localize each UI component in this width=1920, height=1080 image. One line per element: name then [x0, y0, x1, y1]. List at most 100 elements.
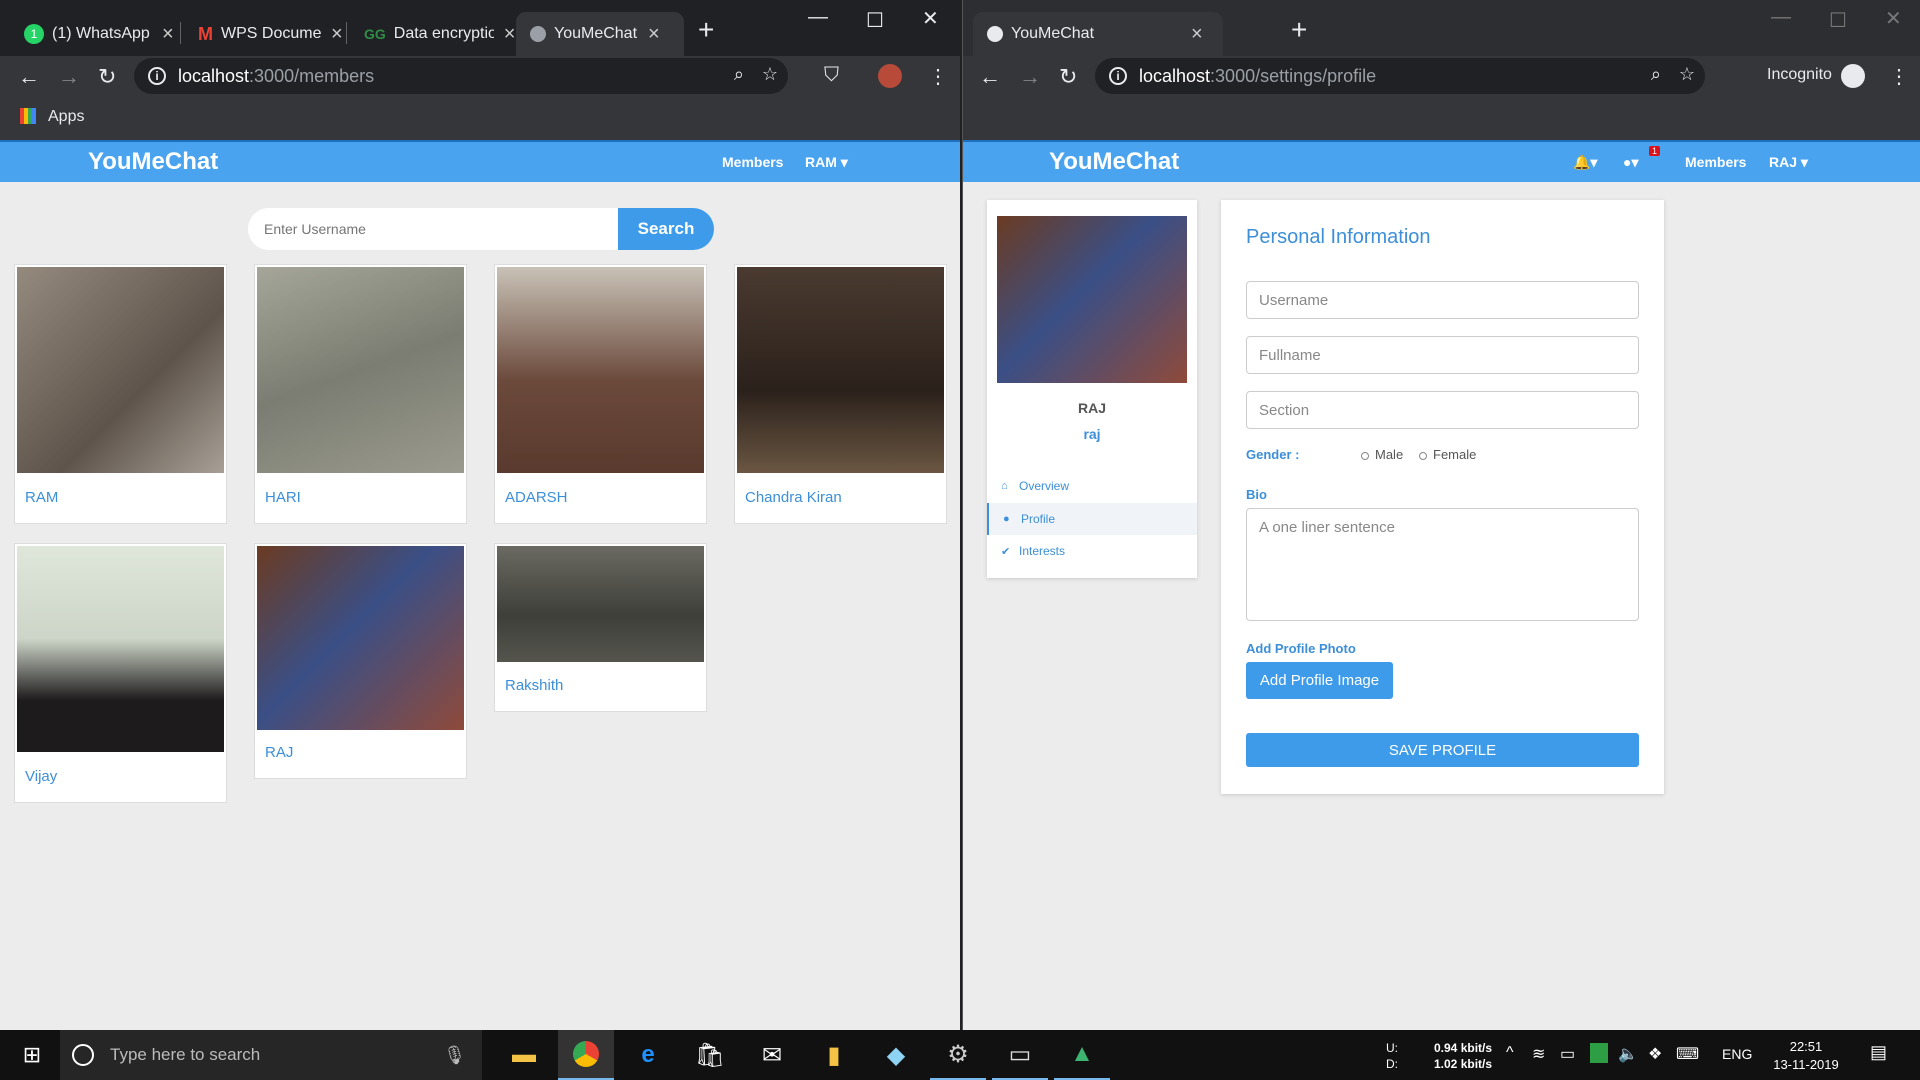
- member-name[interactable]: RAM: [25, 489, 58, 506]
- menu-icon[interactable]: ⋮: [1889, 64, 1909, 89]
- new-tab-icon[interactable]: +: [1291, 14, 1307, 46]
- url-host: localhost: [178, 65, 250, 86]
- member-name[interactable]: Vijay: [25, 768, 57, 785]
- maximize-icon[interactable]: ☐: [866, 8, 884, 33]
- chevron-up-icon[interactable]: ^: [1506, 1044, 1514, 1062]
- store-icon[interactable]: 🛍: [682, 1030, 738, 1080]
- incognito-icon[interactable]: [1841, 64, 1865, 88]
- bio-textarea[interactable]: A one liner sentence: [1246, 508, 1639, 621]
- menu-overview[interactable]: ⌂ Overview: [987, 470, 1197, 502]
- back-icon[interactable]: ←: [18, 64, 40, 90]
- shield-icon[interactable]: ⛉: [824, 64, 839, 87]
- battery-icon[interactable]: ▭: [1560, 1044, 1575, 1064]
- taskbar-search[interactable]: Type here to search 🎙: [60, 1030, 482, 1080]
- menu-interests[interactable]: ✔ Interests: [987, 535, 1197, 567]
- terminal-icon[interactable]: ▭: [992, 1030, 1048, 1080]
- member-card[interactable]: Chandra Kiran: [734, 264, 947, 524]
- action-center-icon[interactable]: ▤: [1870, 1042, 1887, 1063]
- save-profile-button[interactable]: SAVE PROFILE: [1246, 733, 1639, 767]
- add-profile-image-button[interactable]: Add Profile Image: [1246, 662, 1393, 699]
- member-card[interactable]: ADARSH: [494, 264, 707, 524]
- rocket-icon[interactable]: ▲: [1054, 1030, 1110, 1080]
- member-card[interactable]: Vijay: [14, 543, 227, 803]
- tab-separator: [346, 22, 347, 44]
- app-tray-icon[interactable]: [1590, 1043, 1608, 1063]
- tab-whatsapp[interactable]: 1 (1) WhatsApp ×: [10, 12, 188, 56]
- file-icon[interactable]: ▮: [806, 1030, 862, 1080]
- avatar[interactable]: [878, 64, 902, 88]
- search-input[interactable]: [248, 208, 618, 250]
- zoom-icon[interactable]: ⌕: [734, 64, 744, 85]
- forward-icon[interactable]: →: [1019, 64, 1041, 90]
- brand-logo[interactable]: YouMeChat: [88, 148, 218, 176]
- address-bar[interactable]: i localhost:3000/members ⌕ ☆: [134, 58, 788, 94]
- tab-wps[interactable]: M WPS Documents ×: [184, 12, 357, 56]
- file-explorer-icon[interactable]: ▬: [496, 1030, 552, 1080]
- edge-icon[interactable]: e: [620, 1030, 676, 1080]
- search-button[interactable]: Search: [618, 208, 714, 250]
- member-name[interactable]: Chandra Kiran: [745, 489, 842, 506]
- nav-members[interactable]: Members: [722, 154, 783, 170]
- member-card[interactable]: HARI: [254, 264, 467, 524]
- zoom-icon[interactable]: ⌕: [1651, 64, 1661, 85]
- username-field[interactable]: Username: [1246, 281, 1639, 319]
- dropbox-icon[interactable]: ❖: [1648, 1044, 1662, 1064]
- forward-icon[interactable]: →: [58, 64, 80, 90]
- member-name[interactable]: Rakshith: [505, 677, 563, 694]
- volume-icon[interactable]: 🔈: [1618, 1044, 1638, 1064]
- messages-icon[interactable]: ●▾: [1623, 154, 1638, 171]
- member-card[interactable]: RAM: [14, 264, 227, 524]
- chrome-icon[interactable]: [558, 1030, 614, 1080]
- clock[interactable]: 22:51 13-11-2019: [1768, 1038, 1844, 1074]
- radio-male[interactable]: [1361, 451, 1369, 460]
- mail-icon[interactable]: ✉: [744, 1030, 800, 1080]
- tab-strip: YouMeChat × + — ☐ ✕: [963, 0, 1920, 56]
- windows-start-icon[interactable]: ⊞: [4, 1030, 60, 1080]
- close-icon[interactable]: ×: [504, 23, 516, 46]
- back-icon[interactable]: ←: [979, 64, 1001, 90]
- wifi-icon[interactable]: ≋: [1532, 1044, 1545, 1064]
- gender-female-option[interactable]: Female: [1419, 447, 1476, 462]
- apps-link[interactable]: Apps: [48, 108, 84, 126]
- address-bar[interactable]: i localhost:3000/settings/profile ⌕ ☆: [1095, 58, 1705, 94]
- reload-icon[interactable]: ↻: [1059, 64, 1077, 90]
- tab-youmechat[interactable]: YouMeChat - ×: [516, 12, 684, 56]
- close-icon[interactable]: ×: [1191, 23, 1203, 46]
- menu-icon[interactable]: ⋮: [928, 64, 948, 89]
- reload-icon[interactable]: ↻: [98, 64, 116, 90]
- fullname-field[interactable]: Fullname: [1246, 336, 1639, 374]
- close-icon[interactable]: ×: [648, 23, 660, 46]
- language-indicator[interactable]: ENG: [1722, 1046, 1752, 1062]
- snipping-icon[interactable]: ◆: [868, 1030, 924, 1080]
- maximize-icon[interactable]: ☐: [1829, 8, 1847, 33]
- close-icon[interactable]: ×: [331, 23, 343, 46]
- member-card[interactable]: RAJ: [254, 543, 467, 779]
- brand-logo[interactable]: YouMeChat: [1049, 148, 1179, 176]
- nav-user-dropdown[interactable]: RAJ ▾: [1769, 154, 1808, 171]
- settings-gear-icon[interactable]: ⚙: [930, 1030, 986, 1080]
- star-icon[interactable]: ☆: [1679, 64, 1695, 85]
- nav-members[interactable]: Members: [1685, 154, 1746, 170]
- close-window-icon[interactable]: ✕: [1885, 6, 1902, 31]
- notifications-bell-icon[interactable]: 🔔▾: [1573, 154, 1597, 171]
- tab-data-encryption[interactable]: GG Data encryption ×: [350, 12, 529, 56]
- close-icon[interactable]: ×: [162, 23, 174, 46]
- gender-male-option[interactable]: Male: [1361, 447, 1403, 462]
- new-tab-icon[interactable]: +: [698, 14, 714, 46]
- radio-female[interactable]: [1419, 451, 1427, 460]
- nav-user-dropdown[interactable]: RAM ▾: [805, 154, 848, 171]
- apps-grid-icon[interactable]: [20, 108, 36, 124]
- star-icon[interactable]: ☆: [762, 64, 778, 85]
- member-name[interactable]: ADARSH: [505, 489, 568, 506]
- member-name[interactable]: HARI: [265, 489, 301, 506]
- menu-profile[interactable]: ● Profile: [987, 503, 1197, 535]
- member-card[interactable]: Rakshith: [494, 543, 707, 712]
- member-name[interactable]: RAJ: [265, 744, 293, 761]
- minimize-icon[interactable]: —: [1771, 6, 1791, 29]
- tab-youmechat-incognito[interactable]: YouMeChat ×: [973, 12, 1223, 56]
- close-window-icon[interactable]: ✕: [922, 6, 939, 31]
- keyboard-icon[interactable]: ⌨: [1676, 1044, 1699, 1064]
- section-field[interactable]: Section: [1246, 391, 1639, 429]
- minimize-icon[interactable]: —: [808, 6, 828, 29]
- microphone-icon[interactable]: 🎙: [443, 1045, 466, 1066]
